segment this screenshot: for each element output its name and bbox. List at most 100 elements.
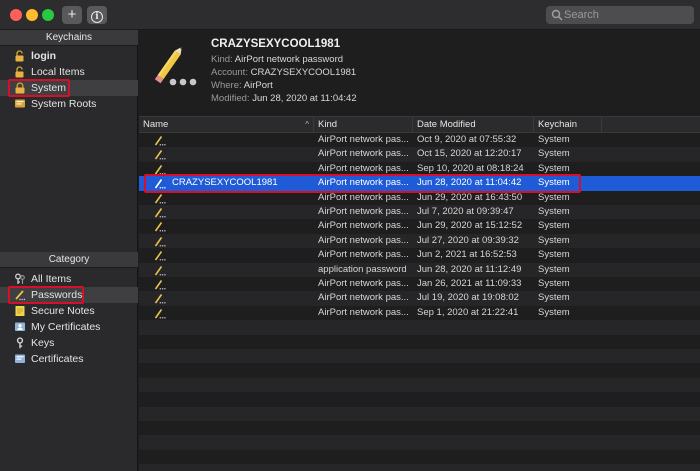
- sort-ascending-icon: ^: [305, 120, 309, 129]
- padlock-open-icon: [15, 66, 24, 78]
- note-icon: [15, 306, 25, 316]
- table-row[interactable]: AirPort network pas... Sep 1, 2020 at 21:…: [139, 306, 700, 320]
- keys-icon: [15, 273, 25, 284]
- empty-table-row: [139, 377, 700, 393]
- cell-keychain: System: [538, 249, 570, 261]
- cell-date-modified: Jun 29, 2020 at 15:12:52: [417, 220, 523, 232]
- password-item-icon: [154, 294, 166, 304]
- cell-date-modified: Oct 15, 2020 at 12:20:17: [417, 148, 522, 160]
- highlight-selected-row-annotation: [144, 174, 581, 193]
- table-row[interactable]: AirPort network pas... Jan 26, 2021 at 11…: [139, 277, 700, 291]
- cell-kind: AirPort network pas...: [318, 134, 409, 145]
- category-label: Keys: [31, 337, 55, 349]
- keychain-label: System Roots: [31, 98, 97, 110]
- category-label: Secure Notes: [31, 305, 95, 317]
- empty-table-row: [139, 464, 700, 471]
- cell-keychain: System: [538, 206, 570, 217]
- items-table: AirPort network pas... Oct 9, 2020 at 07:…: [139, 133, 700, 471]
- cell-keychain: System: [538, 278, 570, 289]
- empty-table-row: [139, 363, 700, 377]
- table-row[interactable]: AirPort network pas... Jul 19, 2020 at 19…: [139, 291, 700, 306]
- keychain-item-local-items[interactable]: Local Items: [0, 64, 138, 80]
- table-row[interactable]: AirPort network pas... Oct 15, 2020 at 12…: [139, 147, 700, 162]
- table-row[interactable]: AirPort network pas... Jun 2, 2021 at 16:…: [139, 248, 700, 262]
- empty-table-row: [139, 392, 700, 406]
- certificate-icon: [15, 99, 25, 108]
- zoom-window-button[interactable]: [42, 9, 54, 21]
- password-item-icon: [154, 150, 166, 160]
- close-window-button[interactable]: [10, 9, 22, 21]
- category-item-secure-notes[interactable]: Secure Notes: [0, 303, 138, 319]
- search-field[interactable]: [546, 6, 694, 24]
- keychain-label: login: [31, 50, 57, 62]
- column-header-kind[interactable]: Kind: [314, 117, 413, 133]
- password-item-icon: [154, 164, 166, 175]
- table-row[interactable]: AirPort network pas... Oct 9, 2020 at 07:…: [139, 133, 700, 147]
- minimize-window-button[interactable]: [26, 9, 38, 21]
- cell-keychain: System: [538, 292, 570, 304]
- info-icon: i: [91, 11, 103, 23]
- cell-date-modified: Oct 9, 2020 at 07:55:32: [417, 134, 517, 145]
- table-row[interactable]: application password Jun 28, 2020 at 11:1…: [139, 262, 700, 277]
- item-detail-panel: CRAZYSEXYCOOL1981 Kind: AirPort network …: [139, 30, 700, 116]
- add-item-button[interactable]: +: [62, 6, 82, 24]
- cell-keychain: System: [538, 220, 570, 232]
- item-account-line: Account: CRAZYSEXYCOOL1981: [211, 67, 357, 78]
- cell-date-modified: Jul 27, 2020 at 09:39:32: [417, 234, 519, 246]
- empty-table-row: [139, 320, 700, 335]
- table-row[interactable]: AirPort network pas... Jul 27, 2020 at 09…: [139, 233, 700, 249]
- password-item-icon: [154, 308, 166, 319]
- item-where-line: Where: AirPort: [211, 80, 273, 91]
- cell-kind: AirPort network pas...: [318, 148, 409, 160]
- category-label: Certificates: [31, 353, 84, 365]
- cell-keychain: System: [538, 306, 570, 318]
- empty-table-row: [139, 435, 700, 450]
- highlight-passwords-annotation: [8, 286, 84, 304]
- table-row[interactable]: AirPort network pas... Jun 29, 2020 at 15…: [139, 219, 700, 233]
- cell-keychain: System: [538, 134, 570, 145]
- search-input[interactable]: [564, 6, 692, 24]
- category-item-keys[interactable]: Keys: [0, 335, 138, 351]
- cell-date-modified: Jun 2, 2021 at 16:52:53: [417, 249, 517, 261]
- password-item-icon: [154, 222, 166, 232]
- cell-date-modified: Jan 26, 2021 at 11:09:33: [417, 278, 522, 289]
- cell-keychain: System: [538, 263, 570, 275]
- sidebar: Keychains login Local Items System Syste…: [0, 30, 138, 471]
- empty-table-row: [139, 335, 700, 349]
- padlock-open-icon: [15, 50, 24, 62]
- toolbar: + i: [0, 0, 700, 30]
- category-item-all-items[interactable]: All Items: [0, 271, 138, 287]
- get-info-button[interactable]: i: [87, 6, 107, 24]
- cell-date-modified: Jul 7, 2020 at 09:39:47: [417, 206, 514, 217]
- cell-date-modified: Jun 29, 2020 at 16:43:50: [417, 191, 523, 203]
- cell-kind: AirPort network pas...: [318, 220, 409, 232]
- cell-kind: AirPort network pas...: [318, 206, 409, 217]
- password-item-icon: [154, 251, 166, 261]
- cell-kind: AirPort network pas...: [318, 249, 409, 261]
- password-item-icon: [154, 193, 166, 204]
- keychain-item-system-roots[interactable]: System Roots: [0, 96, 138, 112]
- empty-table-row: [139, 421, 700, 435]
- table-row[interactable]: AirPort network pas... Jul 7, 2020 at 09:…: [139, 205, 700, 220]
- password-item-icon: [154, 236, 166, 247]
- column-header-keychain[interactable]: Keychain: [534, 117, 602, 133]
- highlight-system-annotation: [8, 79, 70, 97]
- table-row[interactable]: AirPort network pas... Jun 29, 2020 at 16…: [139, 191, 700, 205]
- category-label: All Items: [31, 273, 72, 285]
- keychain-label: Local Items: [31, 66, 85, 78]
- column-header-date-modified[interactable]: Date Modified: [413, 117, 534, 133]
- category-item-my-certificates[interactable]: My Certificates: [0, 319, 138, 335]
- column-header-name[interactable]: Name ^: [139, 117, 314, 133]
- password-pencil-icon: [154, 46, 197, 86]
- keychains-header: Keychains: [0, 30, 138, 46]
- cell-kind: AirPort network pas...: [318, 234, 409, 246]
- cell-date-modified: Jul 19, 2020 at 19:08:02: [417, 292, 519, 304]
- cell-kind: AirPort network pas...: [318, 191, 409, 203]
- keychain-item-login[interactable]: login: [0, 48, 138, 64]
- item-kind-line: Kind: AirPort network password: [211, 54, 344, 65]
- cell-kind: AirPort network pas...: [318, 306, 409, 318]
- item-modified-line: Modified: Jun 28, 2020 at 11:04:42: [211, 93, 357, 104]
- search-icon: [551, 9, 563, 21]
- category-item-certificates[interactable]: Certificates: [0, 351, 138, 367]
- empty-table-row: [139, 349, 700, 364]
